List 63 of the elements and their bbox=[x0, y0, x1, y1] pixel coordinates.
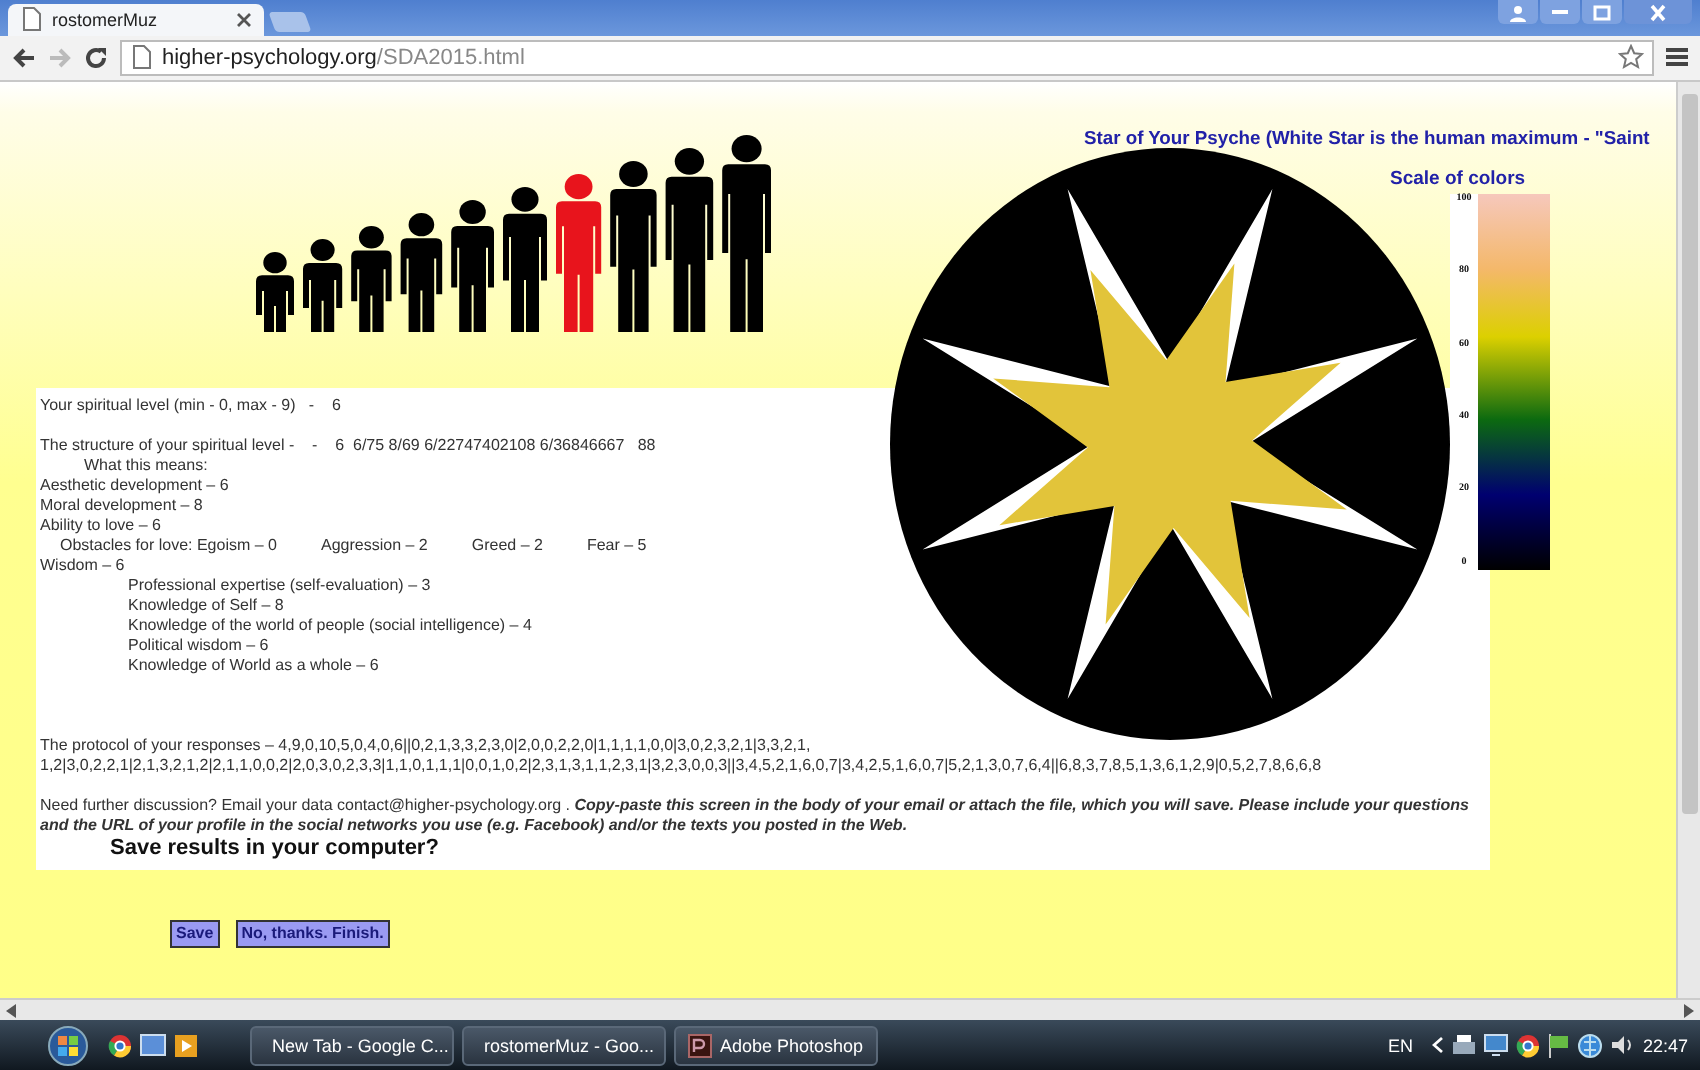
score-text: Ability to love – 6 bbox=[40, 515, 161, 534]
save-prompt: Save results in your computer? bbox=[110, 835, 441, 862]
score-text: Obstacles for love: Egoism – 0 bbox=[60, 535, 277, 556]
minimize-icon bbox=[1550, 10, 1570, 14]
page-icon bbox=[20, 6, 44, 33]
close-button[interactable] bbox=[1624, 0, 1692, 24]
clock-text: 22:47 bbox=[1642, 1035, 1688, 1056]
scrollbar-thumb[interactable] bbox=[1681, 93, 1697, 814]
score-text: Political wisdom – 6 bbox=[128, 635, 269, 654]
chart-title: Star of Your Psyche (White Star is the human maximum - "Saint bbox=[1084, 125, 1650, 148]
score-text: Knowledge of Self – 8 bbox=[128, 595, 284, 614]
score-text: Wisdom – 6 bbox=[40, 555, 125, 574]
heading-text: What this means: bbox=[84, 455, 208, 474]
chevron-icon[interactable] bbox=[1432, 1036, 1445, 1055]
back-icon[interactable] bbox=[12, 45, 36, 70]
scale-title: Scale of colors bbox=[1390, 167, 1526, 190]
page-icon bbox=[130, 44, 154, 71]
save-button[interactable]: Save bbox=[170, 919, 220, 948]
maximize-icon bbox=[1592, 3, 1612, 21]
score-text: Aesthetic development – 6 bbox=[40, 475, 229, 494]
round-logo-icon[interactable] bbox=[108, 1033, 132, 1058]
score-text: Knowledge of the world of people (social intelligence) – 4 bbox=[128, 615, 532, 634]
score-text: Knowledge of World as a whole – 6 bbox=[128, 655, 379, 674]
taskbar-button[interactable]: Adobe Photoshop bbox=[674, 1025, 878, 1066]
taskbar-button[interactable]: New Tab - Google C... bbox=[250, 1025, 454, 1066]
structure-text: The structure of your spiritual level - - 6 6/75 8/69 6/22747402108 6/36846667 88 bbox=[40, 435, 656, 456]
vertical-scrollbar[interactable] bbox=[1676, 81, 1700, 999]
close-icon bbox=[1648, 3, 1668, 21]
printer-icon[interactable] bbox=[1452, 1034, 1477, 1057]
finish-button[interactable]: No, thanks. Finish. bbox=[235, 919, 390, 948]
address-field[interactable]: higher-psychology.org/SDA2015.html bbox=[120, 39, 1654, 76]
left-arrow-icon[interactable] bbox=[6, 1003, 18, 1018]
start-button-icon[interactable] bbox=[48, 1025, 88, 1066]
speaker-icon[interactable] bbox=[1610, 1034, 1635, 1057]
score-text: Professional expertise (self-evaluation) – 3 bbox=[128, 575, 431, 594]
star-icon[interactable] bbox=[1618, 44, 1644, 71]
horizontal-scrollbar[interactable] bbox=[0, 998, 1700, 1021]
user-icon bbox=[1508, 3, 1528, 21]
score-text: Moral development – 8 bbox=[40, 495, 203, 514]
globe-icon[interactable] bbox=[1578, 1033, 1603, 1058]
desktop-icon[interactable] bbox=[140, 1034, 166, 1057]
reload-icon[interactable] bbox=[84, 45, 108, 70]
score-text: Greed – 2 bbox=[471, 535, 543, 556]
score-text: Aggression – 2 bbox=[321, 535, 428, 556]
level-text: Your spiritual level (min - 0, max - 9) - 6 bbox=[40, 395, 341, 416]
flag-icon[interactable] bbox=[1548, 1033, 1571, 1058]
protocol-text: The protocol of your responses – 4,9,0,10,5,0,4,0,6||0,2,1,3,3,2,3,0|2,0,0,2,2,0|1,1,1,1,0,0|3,0,2,3,2,1|3,3,2,1, 1,2|3,0,2,2,1|2,1,3,2,1,2|2,1,1,0,0,2|2,0,3,0,2,3,3|1,1,0,1,1,1|0,0,1,0,2|2,3,1,3,1,1,2,3,1|3,2,3,0,0,3||3,4,5,2,1,6,0,7|3,4,2,5,1,6,0,7|5,2,1,3,0,7,6,4||6,8,3,7,8,5,1,3,6,1,2,9|0,5,2,7,8,6,6,8 bbox=[40, 735, 1324, 776]
user-button[interactable] bbox=[1498, 0, 1538, 24]
media-icon[interactable] bbox=[174, 1033, 198, 1058]
editor-app-icon bbox=[688, 1033, 712, 1058]
monitor-icon[interactable] bbox=[1484, 1034, 1509, 1057]
url-text: higher-psychology.org/SDA2015.html bbox=[162, 45, 525, 70]
minimize-button[interactable] bbox=[1540, 0, 1580, 24]
maximize-button[interactable] bbox=[1582, 0, 1622, 24]
language-indicator[interactable]: EN bbox=[1387, 1035, 1413, 1056]
right-arrow-icon[interactable] bbox=[1682, 1003, 1694, 1018]
round-logo-icon[interactable] bbox=[1516, 1033, 1541, 1058]
taskbar-button[interactable]: rostomerMuz - Goo... bbox=[462, 1025, 666, 1066]
close-icon[interactable] bbox=[236, 11, 252, 28]
menu-icon[interactable] bbox=[1666, 46, 1688, 69]
score-text: Fear – 5 bbox=[586, 535, 647, 556]
discussion-text: Need further discussion? Email your data contact@higher-psychology.org . Copy-paste this screen in the body of your email or attach the file, which you will save. Please include your questions and the URL of your profile in the social networks you use (e.g. Facebook) and/or the texts you posted in the Web. bbox=[40, 795, 1471, 836]
browser-tab[interactable]: rostomerMuz bbox=[8, 3, 264, 36]
